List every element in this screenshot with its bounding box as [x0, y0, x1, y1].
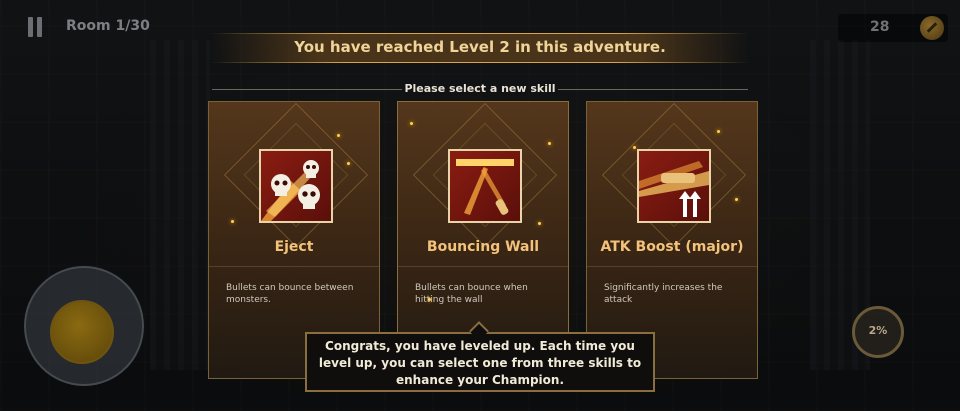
room-counter: Room 1/30: [66, 18, 150, 34]
sparkle: [231, 220, 234, 223]
sparkle: [548, 142, 551, 145]
sparkle: [538, 222, 541, 225]
bouncing-wall-icon: [448, 149, 522, 223]
level-banner-text: You have reached Level 2 in this adventu…: [294, 38, 666, 56]
skill-charge-label: 2%: [868, 324, 888, 337]
level-up-tooltip-text: Congrats, you have leveled up. Each time…: [318, 339, 642, 387]
atk-boost-icon: [637, 149, 711, 223]
coin-icon: [920, 16, 944, 40]
skill-title: Bouncing Wall: [426, 239, 540, 255]
coin-count: 28: [870, 19, 890, 35]
skill-description: Bullets can bounce between monsters.: [226, 283, 354, 305]
sparkle: [633, 146, 636, 149]
sparkle: [337, 134, 340, 137]
skill-description: Significantly increases the attack: [604, 283, 723, 305]
banner-border-bottom: [210, 62, 750, 63]
skill-description: Bullets can bounce when hitting the wall: [415, 283, 528, 305]
skulls-icon: [259, 149, 333, 223]
sparkle: [717, 130, 720, 133]
select-skill-heading: Please select a new skill: [404, 82, 556, 95]
card-divider: [587, 266, 757, 267]
pause-icon[interactable]: [26, 17, 44, 37]
banner-border-top: [210, 33, 750, 34]
card-divider: [209, 266, 379, 267]
card-divider: [398, 266, 568, 267]
sparkle: [410, 122, 413, 125]
sparkle: [347, 162, 350, 165]
sparkle: [735, 198, 738, 201]
skill-title: ATK Boost (major): [600, 239, 744, 255]
joystick-knob[interactable]: [50, 300, 114, 364]
skill-title: Eject: [274, 239, 314, 255]
sparkle: [428, 298, 431, 301]
